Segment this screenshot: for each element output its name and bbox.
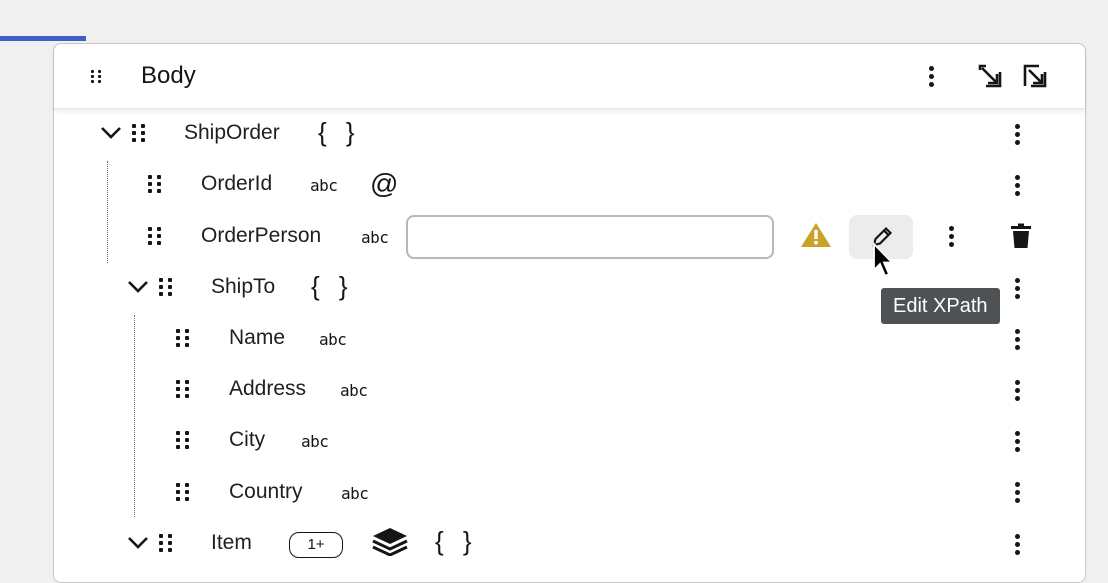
header-kebab-icon[interactable]	[921, 62, 941, 90]
row-kebab-icon[interactable]	[1007, 171, 1027, 199]
string-type-badge: abc	[361, 228, 389, 247]
attribute-icon: @	[370, 168, 399, 199]
drag-handle-icon[interactable]	[159, 534, 172, 552]
drag-handle-icon[interactable]	[91, 70, 101, 83]
drag-handle-icon[interactable]	[159, 278, 172, 296]
object-type-badge: { }	[318, 117, 361, 147]
drag-handle-icon[interactable]	[176, 431, 189, 449]
string-type-badge: abc	[319, 330, 347, 349]
row-kebab-icon[interactable]	[1007, 325, 1027, 353]
expand-icon[interactable]	[976, 62, 1004, 90]
string-type-badge: abc	[341, 484, 369, 503]
row-kebab-icon[interactable]	[1007, 530, 1027, 558]
chevron-down-icon[interactable]	[99, 124, 123, 142]
tree-node-label: ShipOrder	[184, 121, 280, 144]
tooltip: Edit XPath	[881, 288, 1000, 324]
panel-header: Body	[54, 44, 1085, 109]
drag-handle-icon[interactable]	[132, 124, 145, 142]
drag-handle-icon[interactable]	[148, 175, 161, 193]
row-kebab-icon[interactable]	[1007, 478, 1027, 506]
string-type-badge: abc	[310, 176, 338, 195]
tree-node-label: OrderId	[201, 172, 273, 195]
tree-node-label: Address	[229, 377, 307, 400]
tree-guide-line	[107, 161, 108, 263]
tree-guide-line	[134, 315, 135, 517]
chevron-down-icon[interactable]	[126, 534, 150, 552]
cursor-icon	[873, 242, 895, 278]
tree-node-label: Name	[229, 326, 286, 349]
row-kebab-icon[interactable]	[1007, 427, 1027, 455]
row-kebab-icon[interactable]	[1007, 376, 1027, 404]
tree-node-label: OrderPerson	[201, 224, 322, 247]
tree-node-label: Country	[229, 480, 303, 503]
row-kebab-icon[interactable]	[941, 222, 961, 250]
accent-tab-indicator	[0, 36, 86, 41]
string-type-badge: abc	[340, 381, 368, 400]
row-kebab-icon[interactable]	[1007, 274, 1027, 302]
tree-node-label: ShipTo	[211, 275, 276, 298]
object-type-badge: { }	[435, 526, 478, 556]
trash-icon[interactable]	[1009, 223, 1033, 249]
drag-handle-icon[interactable]	[176, 483, 189, 501]
row-kebab-icon[interactable]	[1007, 120, 1027, 148]
warning-icon	[801, 223, 831, 247]
drag-handle-icon[interactable]	[176, 380, 189, 398]
chevron-down-icon[interactable]	[126, 278, 150, 296]
cardinality-badge: 1+	[289, 532, 343, 558]
xpath-input[interactable]	[406, 215, 774, 259]
collapse-icon[interactable]	[1021, 62, 1049, 90]
drag-handle-icon[interactable]	[148, 227, 161, 245]
tree-node-label: Item	[211, 531, 252, 554]
panel-title: Body	[141, 62, 196, 89]
drag-handle-icon[interactable]	[176, 329, 189, 347]
string-type-badge: abc	[301, 432, 329, 451]
layers-icon	[372, 528, 408, 556]
object-type-badge: { }	[311, 271, 354, 301]
tree-node-label: City	[229, 428, 266, 451]
